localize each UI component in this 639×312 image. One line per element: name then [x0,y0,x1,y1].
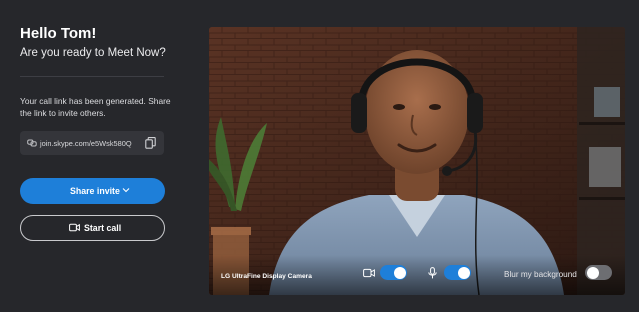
copy-icon[interactable] [145,137,156,149]
toggle-knob [586,266,599,279]
toggle-knob [457,266,470,279]
camera-preview: LG UltraFine Display Camera Blur my back… [209,27,625,295]
call-link-info: Your call link has been generated. Share… [20,96,171,118]
blur-background-label: Blur my background [504,270,577,279]
link-icon [27,139,37,147]
toggle-knob [393,266,406,279]
microphone-icon [428,267,437,279]
meet-now-subtitle: Are you ready to Meet Now? [20,47,166,59]
video-camera-icon [69,223,80,232]
video-camera-icon [363,268,375,278]
call-link-url[interactable]: join.skype.com/e5Wsk580Q [40,139,132,148]
share-invite-button[interactable]: Share invite [20,178,165,204]
call-link-box: join.skype.com/e5Wsk580Q [20,131,164,155]
share-invite-label: Share invite [70,186,120,196]
meet-now-screen: Hello Tom! Are you ready to Meet Now? Yo… [0,0,639,312]
greeting-title: Hello Tom! [20,25,97,42]
chevron-down-icon [122,188,130,193]
blur-background-toggle[interactable] [585,265,612,280]
left-panel: Hello Tom! Are you ready to Meet Now? Yo… [20,0,171,312]
divider [20,76,164,77]
microphone-toggle[interactable] [444,265,471,280]
start-call-label: Start call [84,223,122,233]
video-toggle[interactable] [380,265,407,280]
camera-name: LG UltraFine Display Camera [221,273,312,280]
start-call-button[interactable]: Start call [20,215,165,241]
